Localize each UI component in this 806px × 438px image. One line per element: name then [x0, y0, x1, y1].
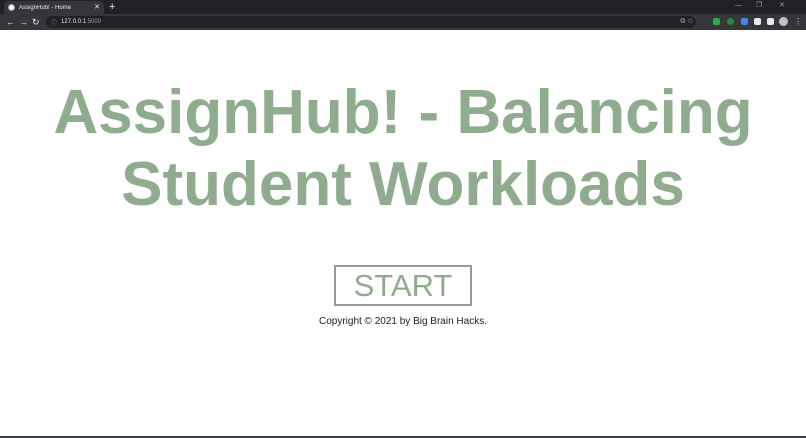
browser-menu-icon[interactable]: ⋮ [794, 16, 802, 28]
page-content: AssignHub! - Balancing Student Workloads… [0, 30, 806, 438]
reload-icon[interactable]: ↻ [32, 16, 40, 28]
shield-extension-icon[interactable] [713, 18, 720, 25]
close-window-icon[interactable]: ✕ [779, 1, 785, 11]
browser-toolbar: ← → ↻ ⓘ 127.0.0.1 :5000 ⧉ ☆ ⋮ [0, 14, 806, 30]
page-title: AssignHub! - Balancing Student Workloads [53, 78, 753, 219]
tab-title: AssignHub! - Home [19, 4, 72, 11]
profile-avatar[interactable] [779, 17, 788, 26]
minimize-icon[interactable]: — [735, 1, 742, 11]
info-icon[interactable]: ⓘ [51, 18, 57, 27]
forward-icon[interactable]: → [19, 16, 28, 28]
grammar-extension-icon[interactable] [727, 18, 734, 25]
tab-strip: AssignHub! - Home ✕ + — ❐ ✕ [0, 0, 806, 14]
bookmark-star-icon[interactable]: ⧉ ☆ [680, 17, 693, 27]
address-host: 127.0.0.1 [61, 19, 87, 25]
puzzle-extensions-icon[interactable] [754, 18, 761, 25]
address-port: :5000 [86, 19, 102, 25]
tab-home[interactable]: AssignHub! - Home ✕ [4, 1, 104, 14]
back-icon[interactable]: ← [6, 16, 15, 28]
address-bar[interactable]: ⓘ 127.0.0.1 :5000 ⧉ ☆ [46, 16, 696, 28]
copyright-text: Copyright © 2021 by Big Brain Hacks. [318, 316, 487, 327]
close-tab-icon[interactable]: ✕ [94, 4, 100, 11]
globe-icon [8, 4, 15, 11]
restore-icon[interactable]: ❐ [756, 1, 762, 11]
browser-chrome: AssignHub! - Home ✕ + — ❐ ✕ ← → ↻ ⓘ 127.… [0, 0, 806, 30]
media-control-icon[interactable] [767, 18, 774, 25]
new-tab-button[interactable]: + [109, 1, 115, 13]
start-button[interactable]: START [334, 265, 472, 306]
video-extension-icon[interactable] [741, 18, 748, 25]
